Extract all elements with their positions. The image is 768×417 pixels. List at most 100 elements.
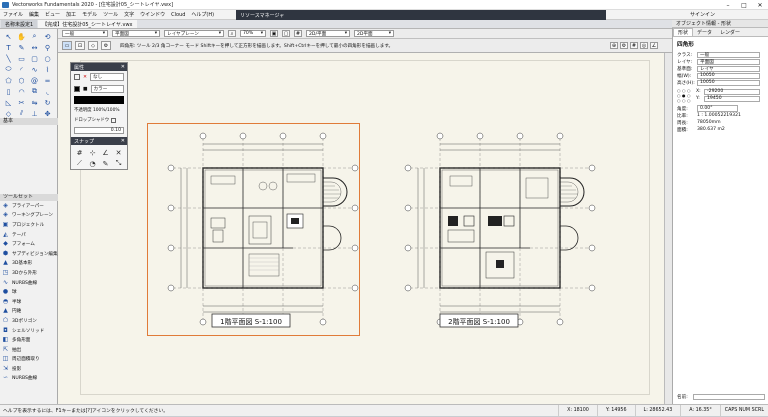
- drop-shadow-checkbox[interactable]: [111, 117, 117, 123]
- page-icon[interactable]: ▢: [282, 30, 290, 37]
- gear-icon[interactable]: ⚙: [620, 42, 628, 49]
- signin-link[interactable]: サインイン: [690, 11, 715, 18]
- toolset-item[interactable]: ⇱ 抽出: [0, 345, 58, 355]
- plane-dropdown[interactable]: レイヤプレーン ▾: [164, 30, 224, 37]
- toolset-item[interactable]: ◫ 周辺面積取り: [0, 355, 58, 365]
- anchor-point-icon[interactable]: ○: [687, 98, 692, 103]
- spiral-tool-icon[interactable]: @: [28, 75, 41, 86]
- mode-center-icon[interactable]: ⊡: [75, 41, 85, 50]
- snap-object-icon[interactable]: ◎: [640, 42, 648, 49]
- name-field[interactable]: [693, 394, 765, 400]
- regular-polygon-tool-icon[interactable]: ⬡: [15, 75, 28, 86]
- mode-rotated-icon[interactable]: ◇: [88, 41, 98, 50]
- menu-file[interactable]: ファイル: [0, 11, 26, 18]
- chamfer-tool-icon[interactable]: ◺: [2, 97, 15, 108]
- render-dropdown[interactable]: 2D平面 ▾: [354, 30, 394, 37]
- toolset-item[interactable]: ◭ テーパ: [0, 230, 58, 240]
- double-line-tool-icon[interactable]: ═: [41, 75, 54, 86]
- toolset-item[interactable]: ▣ プロジェクトル: [0, 220, 58, 230]
- menu-text[interactable]: 文字: [121, 11, 137, 18]
- menu-tools[interactable]: ツール: [100, 11, 121, 18]
- toolset-item[interactable]: ⇲ 投影: [0, 364, 58, 374]
- toolset-item[interactable]: ∿ NURBS曲線: [0, 278, 58, 288]
- fit-icon[interactable]: ▣: [270, 30, 278, 37]
- snap-distance-icon[interactable]: ⟋: [73, 158, 86, 169]
- zoom-icon[interactable]: ⌕: [228, 30, 236, 37]
- toolset-item[interactable]: ◘ シェルソリッド: [0, 326, 58, 336]
- line-weight-field[interactable]: 0.10: [74, 127, 124, 134]
- toolset-item[interactable]: ◈ ワーキングプレーン: [0, 211, 58, 221]
- circle-tool-icon[interactable]: ○: [41, 53, 54, 64]
- snap-palette-header[interactable]: スナップ ✕: [71, 137, 127, 145]
- menu-edit[interactable]: 編集: [26, 11, 42, 18]
- angle-field[interactable]: 0.00°: [697, 105, 738, 112]
- menu-window[interactable]: ウインドウ: [137, 11, 168, 18]
- close-icon[interactable]: ✕: [121, 138, 125, 144]
- offset-tool-icon[interactable]: ⧉: [28, 86, 41, 97]
- toolset-item[interactable]: ◈ ブライアーパー: [0, 201, 58, 211]
- snap-object-icon[interactable]: ⊹: [86, 147, 99, 158]
- snap-grid-icon[interactable]: #: [73, 147, 86, 158]
- snap-angle-icon[interactable]: ∠: [99, 147, 112, 158]
- freehand-tool-icon[interactable]: ∿: [28, 64, 41, 75]
- pen-dropdown[interactable]: カラー: [90, 85, 124, 93]
- toolset-item[interactable]: ⬢ サブディビジョン編集: [0, 249, 58, 259]
- close-icon[interactable]: ✕: [121, 64, 125, 70]
- toolset-item[interactable]: ● 球: [0, 287, 58, 297]
- layer-dropdown[interactable]: 平面図 ▾: [112, 30, 160, 37]
- snap-tangent-icon[interactable]: ◔: [86, 158, 99, 169]
- tab-untitled[interactable]: 名称未設定1: [1, 20, 38, 28]
- text-tool-icon[interactable]: T: [2, 42, 15, 53]
- minimize-icon[interactable]: –: [720, 0, 736, 10]
- menu-modify[interactable]: 加工: [63, 11, 79, 18]
- pan-tool-icon[interactable]: ✋: [15, 31, 28, 42]
- zoom-tool-icon[interactable]: ⌕: [28, 31, 41, 42]
- pen-swatch[interactable]: [74, 86, 80, 92]
- snap-point-icon[interactable]: ✎: [99, 158, 112, 169]
- attributes-palette-header[interactable]: 属性 ✕: [71, 63, 127, 71]
- fill-dropdown[interactable]: なし: [90, 73, 124, 81]
- snap-icon[interactable]: ⊕: [610, 42, 618, 49]
- width-field[interactable]: 10050: [697, 72, 760, 79]
- fill-swatch[interactable]: [74, 74, 80, 80]
- snap-grid-icon[interactable]: #: [630, 42, 638, 49]
- mode-settings-icon[interactable]: ⚙: [101, 41, 111, 50]
- mode-corner-icon[interactable]: ▭: [62, 41, 72, 50]
- toolset-item[interactable]: ▲ 円錐: [0, 307, 58, 317]
- toolset-item[interactable]: ◓ 半球: [0, 297, 58, 307]
- clip-tool-icon[interactable]: ✂: [15, 97, 28, 108]
- wall-tool-icon[interactable]: ▯: [2, 86, 15, 97]
- class-dropdown[interactable]: 一般 ▾: [62, 30, 108, 37]
- round-rect-tool-icon[interactable]: ▢: [28, 53, 41, 64]
- menu-model[interactable]: モデル: [79, 11, 100, 18]
- snap-intersection-icon[interactable]: ✕: [112, 147, 125, 158]
- tab-active-document[interactable]: 【完成】住宅設計05_シートレイヤ.vwx: [38, 20, 137, 28]
- toolset-item[interactable]: ▲ 3D基本形: [0, 259, 58, 269]
- layer-field[interactable]: 平面図: [697, 58, 760, 65]
- fillet-tool-icon[interactable]: ◟: [41, 86, 54, 97]
- anchor-grid[interactable]: ○ ○ ○ ○ ● ○ ○ ○ ○: [677, 88, 692, 103]
- maximize-icon[interactable]: □: [736, 0, 752, 10]
- callout-tool-icon[interactable]: ✎: [15, 42, 28, 53]
- line-style-preview[interactable]: [74, 96, 124, 104]
- height-field[interactable]: 10050: [697, 79, 760, 86]
- tab-shape[interactable]: 形状: [673, 28, 694, 36]
- menu-cloud[interactable]: Cloud: [168, 12, 188, 18]
- y-field[interactable]: 19450: [704, 95, 760, 102]
- toolset-item[interactable]: ◧ 多角形面: [0, 335, 58, 345]
- dimension-tool-icon[interactable]: ↔: [28, 42, 41, 53]
- toolset-item[interactable]: ◳ 3Dから外形: [0, 268, 58, 278]
- line-tool-icon[interactable]: ╲: [2, 53, 15, 64]
- rotate-tool-icon[interactable]: ↻: [41, 97, 54, 108]
- snap-edge-icon[interactable]: ⤡: [112, 158, 125, 169]
- view-2d-dropdown[interactable]: 2D/平面 ▾: [306, 30, 350, 37]
- arc-tool-icon[interactable]: ◜: [15, 64, 28, 75]
- rectangle-tool-icon[interactable]: ▭: [15, 53, 28, 64]
- toolset-item[interactable]: ∽ NURBS曲線: [0, 374, 58, 384]
- mirror-tool-icon[interactable]: ⇋: [28, 97, 41, 108]
- selected-rectangle[interactable]: [147, 123, 360, 336]
- snap-angle-icon[interactable]: ∠: [650, 42, 658, 49]
- eyedropper-tool-icon[interactable]: ⚲: [41, 42, 54, 53]
- oval-tool-icon[interactable]: ⬭: [2, 64, 15, 75]
- grid-icon[interactable]: #: [294, 30, 302, 37]
